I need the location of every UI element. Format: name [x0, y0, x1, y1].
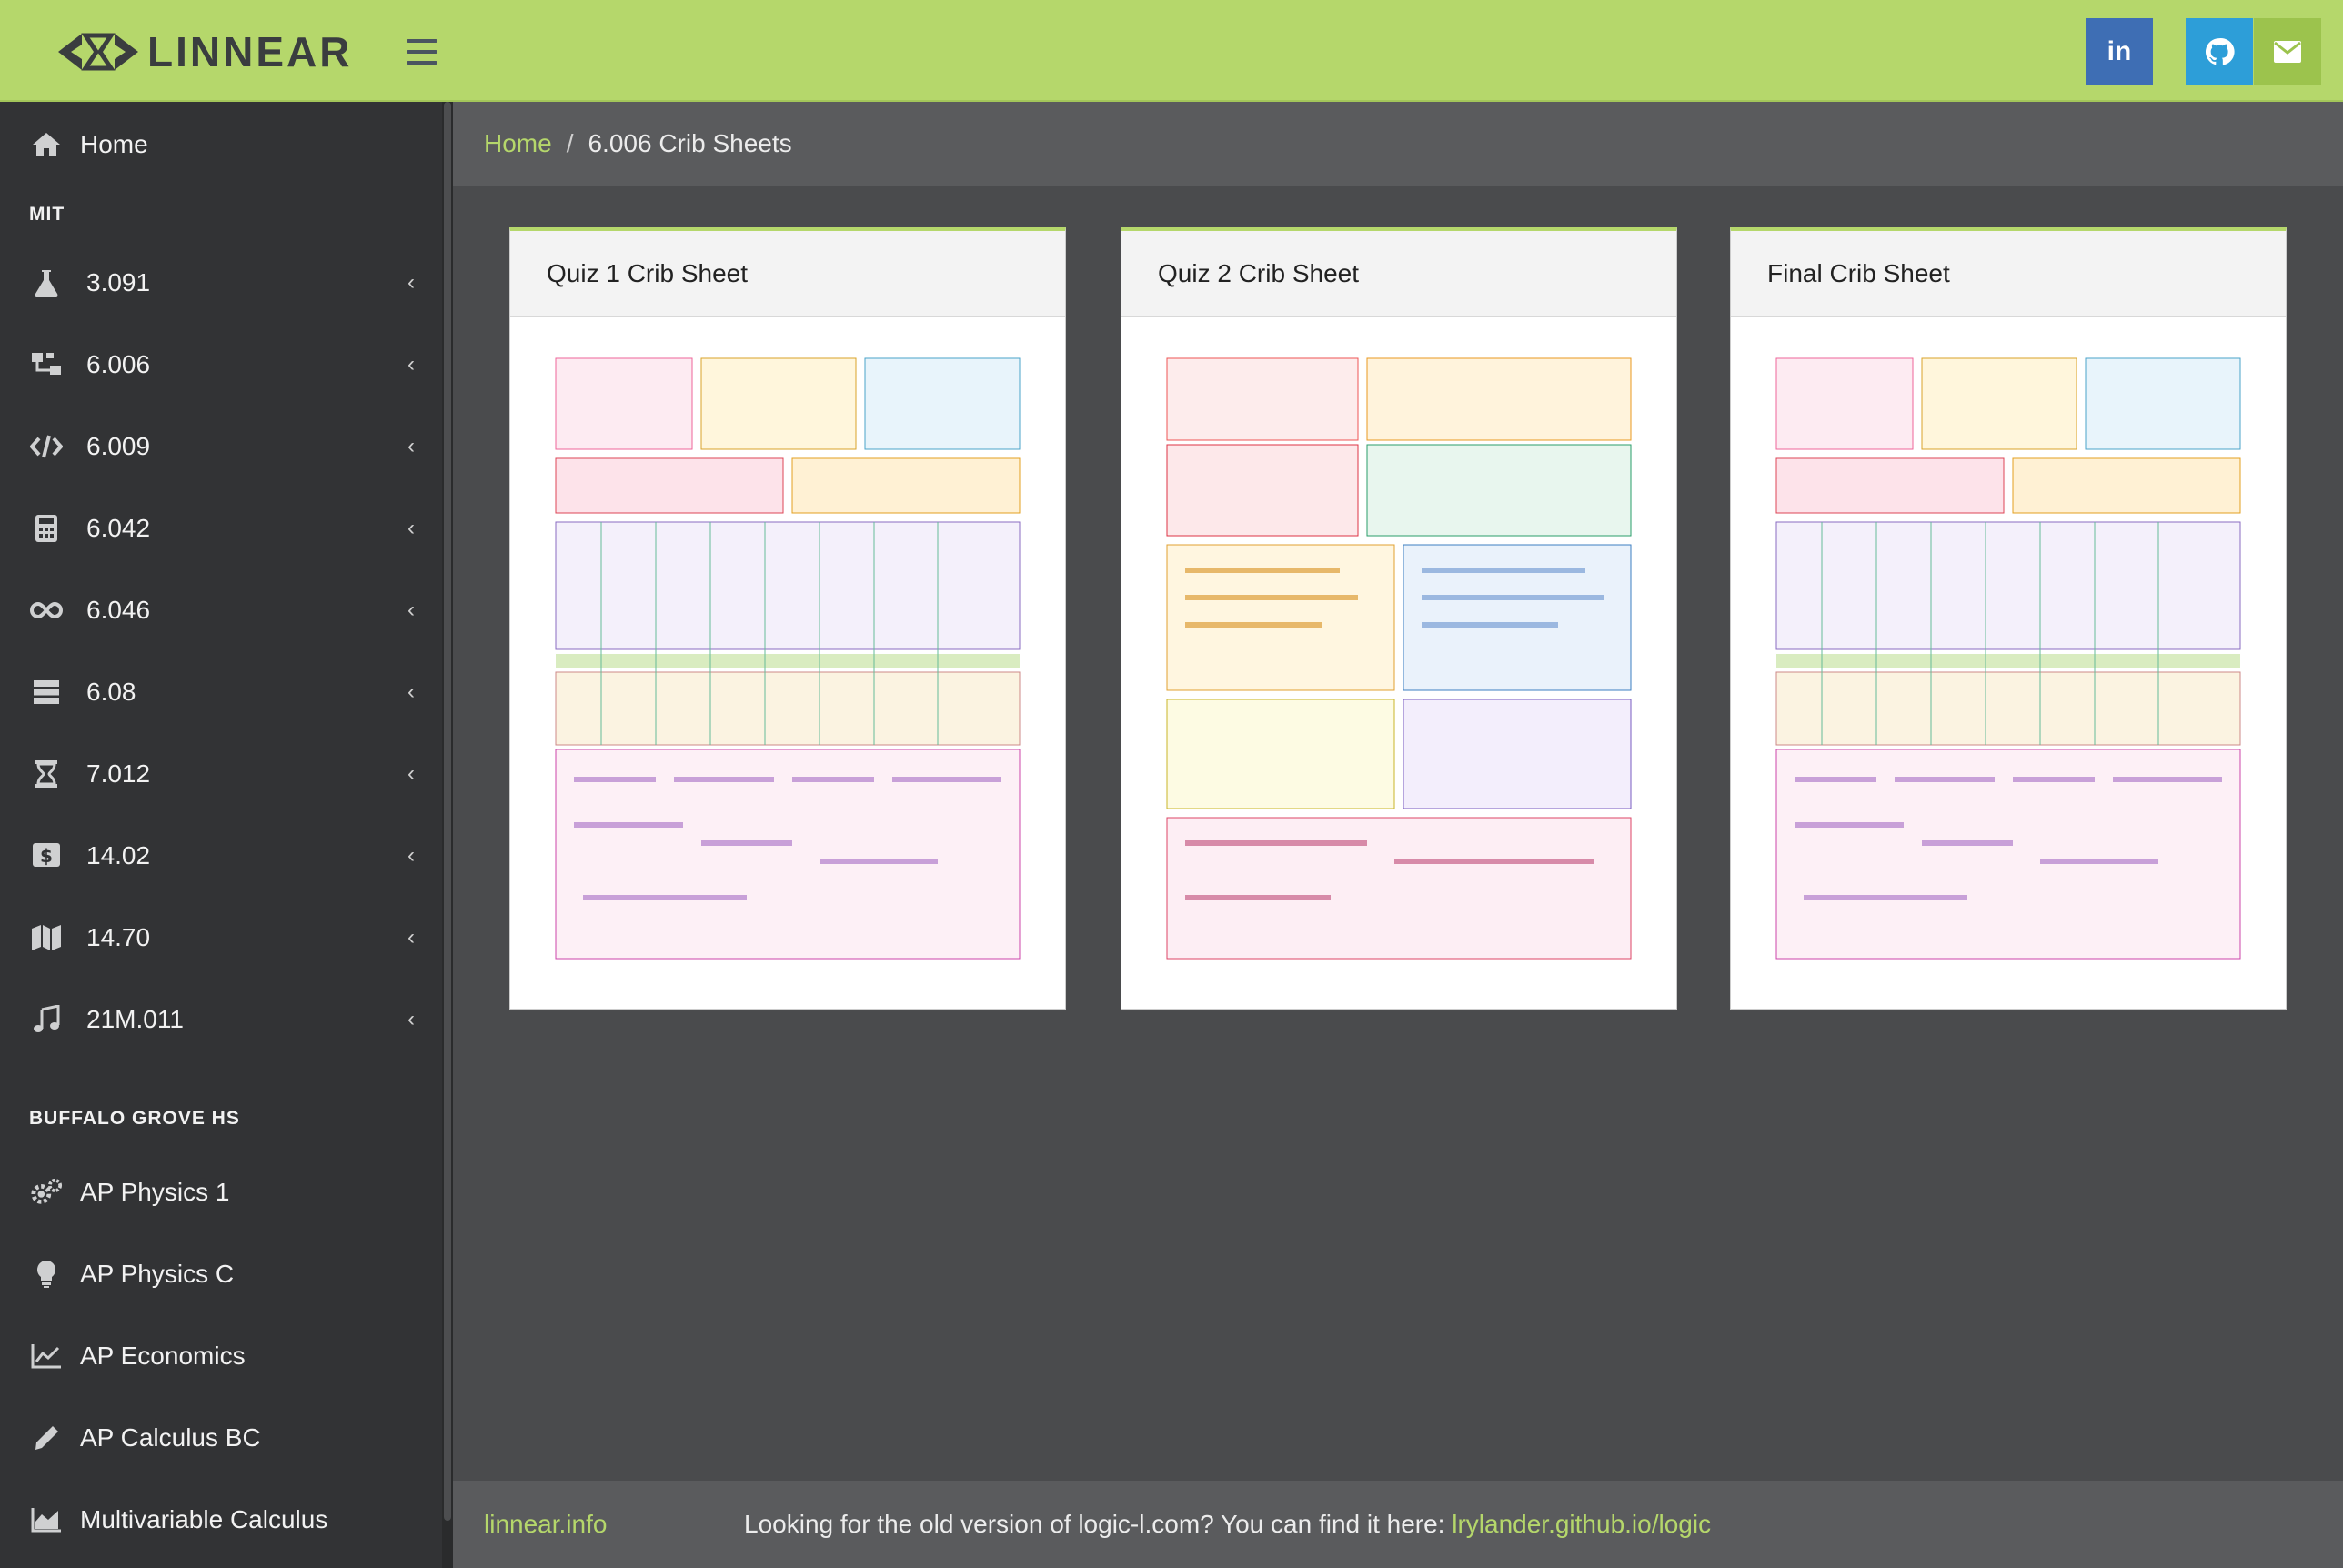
footer-message: Looking for the old version of logic-l.c…	[744, 1510, 1711, 1539]
pencil-icon	[30, 1422, 63, 1454]
footer-message-text: Looking for the old version of logic-l.c…	[744, 1510, 1453, 1538]
sidebar-item-label: AP Calculus BC	[80, 1423, 261, 1452]
sidebar-item-1402[interactable]: $ 14.02 ‹	[0, 815, 442, 897]
email-button[interactable]	[2254, 18, 2321, 85]
area-chart-icon	[30, 1503, 63, 1536]
chevron-left-icon: ‹	[407, 679, 415, 704]
card-title: Quiz 1 Crib Sheet	[510, 231, 1065, 317]
infinity-icon	[30, 594, 63, 627]
old-version-link[interactable]: lrylander.github.io/logic	[1452, 1510, 1711, 1538]
brand-name: LINNEAR	[147, 28, 353, 75]
sidebar-item-label: 7.012	[86, 759, 151, 788]
breadcrumb-current: 6.006 Crib Sheets	[588, 129, 792, 157]
crib-sheet-thumbnail[interactable]	[547, 349, 1029, 968]
scrollbar-thumb[interactable]	[444, 102, 451, 1521]
chevron-left-icon: ‹	[407, 925, 415, 950]
code-icon	[30, 430, 63, 463]
sidebar-item-label: 6.006	[86, 350, 151, 378]
sidebar-item-label: 3.091	[86, 268, 151, 297]
sidebar-item-label: AP Physics C	[80, 1260, 235, 1288]
github-icon	[2205, 38, 2235, 65]
sidebar-item-label: 6.08	[86, 678, 136, 706]
crib-sheet-card-quiz2[interactable]: Quiz 2 Crib Sheet	[1121, 227, 1677, 1010]
footer-site-link[interactable]: linnear.info	[484, 1510, 607, 1539]
sidebar-item-1470[interactable]: 14.70 ‹	[0, 897, 442, 979]
sidebar-section-title: BUFFALO GROVE HS	[29, 1108, 240, 1129]
sidebar-item-multivariable-calculus[interactable]: Multivariable Calculus	[0, 1479, 442, 1561]
email-icon	[2274, 41, 2301, 63]
lightbulb-icon	[30, 1258, 63, 1291]
sidebar-item-ap-economics[interactable]: AP Economics	[0, 1315, 442, 1397]
crib-sheet-image	[547, 349, 1029, 968]
sidebar-item-label: 6.009	[86, 432, 151, 460]
brand-logo[interactable]: LINNEAR	[55, 27, 352, 76]
github-button[interactable]	[2186, 18, 2253, 85]
sidebar: Home MIT 3.091 ‹ 6.006 ‹ 6.009 ‹ 6.042 ‹…	[0, 102, 442, 1568]
top-header: LINNEAR in	[0, 0, 2343, 102]
crib-sheet-card-final[interactable]: Final Crib Sheet	[1730, 227, 2287, 1010]
sidebar-item-home[interactable]: Home	[0, 102, 442, 187]
card-title: Final Crib Sheet	[1731, 231, 2286, 317]
sidebar-item-6046[interactable]: 6.046 ‹	[0, 569, 442, 651]
sidebar-section-title: MIT	[29, 204, 65, 225]
map-icon	[30, 921, 63, 954]
linkedin-icon: in	[2107, 36, 2132, 66]
music-icon	[30, 1003, 63, 1036]
sidebar-item-label: AP Economics	[80, 1342, 246, 1370]
chevron-left-icon: ‹	[407, 516, 415, 540]
line-chart-icon	[30, 1340, 63, 1372]
home-icon	[30, 128, 63, 161]
sidebar-scrollbar[interactable]	[442, 102, 453, 1568]
sidebar-item-21m011[interactable]: 21M.011 ‹	[0, 979, 442, 1060]
chevron-left-icon: ‹	[407, 1007, 415, 1031]
sidebar-item-label: 14.70	[86, 923, 151, 951]
chevron-left-icon: ‹	[407, 270, 415, 295]
dollar-icon: $	[30, 839, 63, 872]
sidebar-item-label: 21M.011	[86, 1005, 184, 1033]
sidebar-item-7012[interactable]: 7.012 ‹	[0, 733, 442, 815]
sidebar-item-label: 14.02	[86, 841, 151, 869]
chevron-left-icon: ‹	[407, 761, 415, 786]
crib-sheet-thumbnail[interactable]	[1767, 349, 2249, 968]
footer: linnear.info Looking for the old version…	[453, 1481, 2343, 1568]
sidebar-item-6006[interactable]: 6.006 ‹	[0, 324, 442, 406]
sidebar-item-label: AP Physics 1	[80, 1178, 230, 1206]
sidebar-item-label: 6.042	[86, 514, 151, 542]
chevron-left-icon: ‹	[407, 434, 415, 458]
linkedin-button[interactable]: in	[2086, 18, 2153, 85]
menu-toggle-button[interactable]	[407, 39, 437, 65]
crib-sheet-image	[1767, 349, 2249, 968]
sidebar-item-ap-physics-1[interactable]: AP Physics 1	[0, 1151, 442, 1233]
hamburger-icon	[407, 39, 437, 43]
sidebar-item-6009[interactable]: 6.009 ‹	[0, 406, 442, 487]
svg-text:$: $	[40, 845, 53, 867]
chevron-left-icon: ‹	[407, 843, 415, 868]
sidebar-item-label: Home	[80, 130, 148, 158]
crib-sheet-card-quiz1[interactable]: Quiz 1 Crib Sheet	[509, 227, 1066, 1010]
sidebar-item-label: Multivariable Calculus	[80, 1505, 328, 1533]
chevron-left-icon: ‹	[407, 598, 415, 622]
breadcrumb-home-link[interactable]: Home	[484, 129, 552, 158]
hourglass-icon	[30, 758, 63, 790]
sidebar-item-3091[interactable]: 3.091 ‹	[0, 242, 442, 324]
sidebar-item-6042[interactable]: 6.042 ‹	[0, 487, 442, 569]
sidebar-item-ap-calculus-bc[interactable]: AP Calculus BC	[0, 1397, 442, 1479]
linnear-logo-icon	[58, 33, 138, 71]
breadcrumb-separator: /	[566, 129, 574, 157]
chevron-left-icon: ‹	[407, 352, 415, 377]
sidebar-item-label: 6.046	[86, 596, 151, 624]
calculator-icon	[30, 512, 63, 545]
flask-icon	[30, 266, 63, 299]
crib-sheet-thumbnail[interactable]	[1158, 349, 1640, 968]
sidebar-item-608[interactable]: 6.08 ‹	[0, 651, 442, 733]
card-title: Quiz 2 Crib Sheet	[1121, 231, 1676, 317]
breadcrumb: Home / 6.006 Crib Sheets	[453, 102, 2343, 186]
cogs-icon	[30, 1176, 63, 1209]
sidebar-item-ap-physics-c[interactable]: AP Physics C	[0, 1233, 442, 1315]
sitemap-icon	[30, 348, 63, 381]
server-icon	[30, 676, 63, 709]
crib-sheet-image	[1158, 349, 1640, 968]
